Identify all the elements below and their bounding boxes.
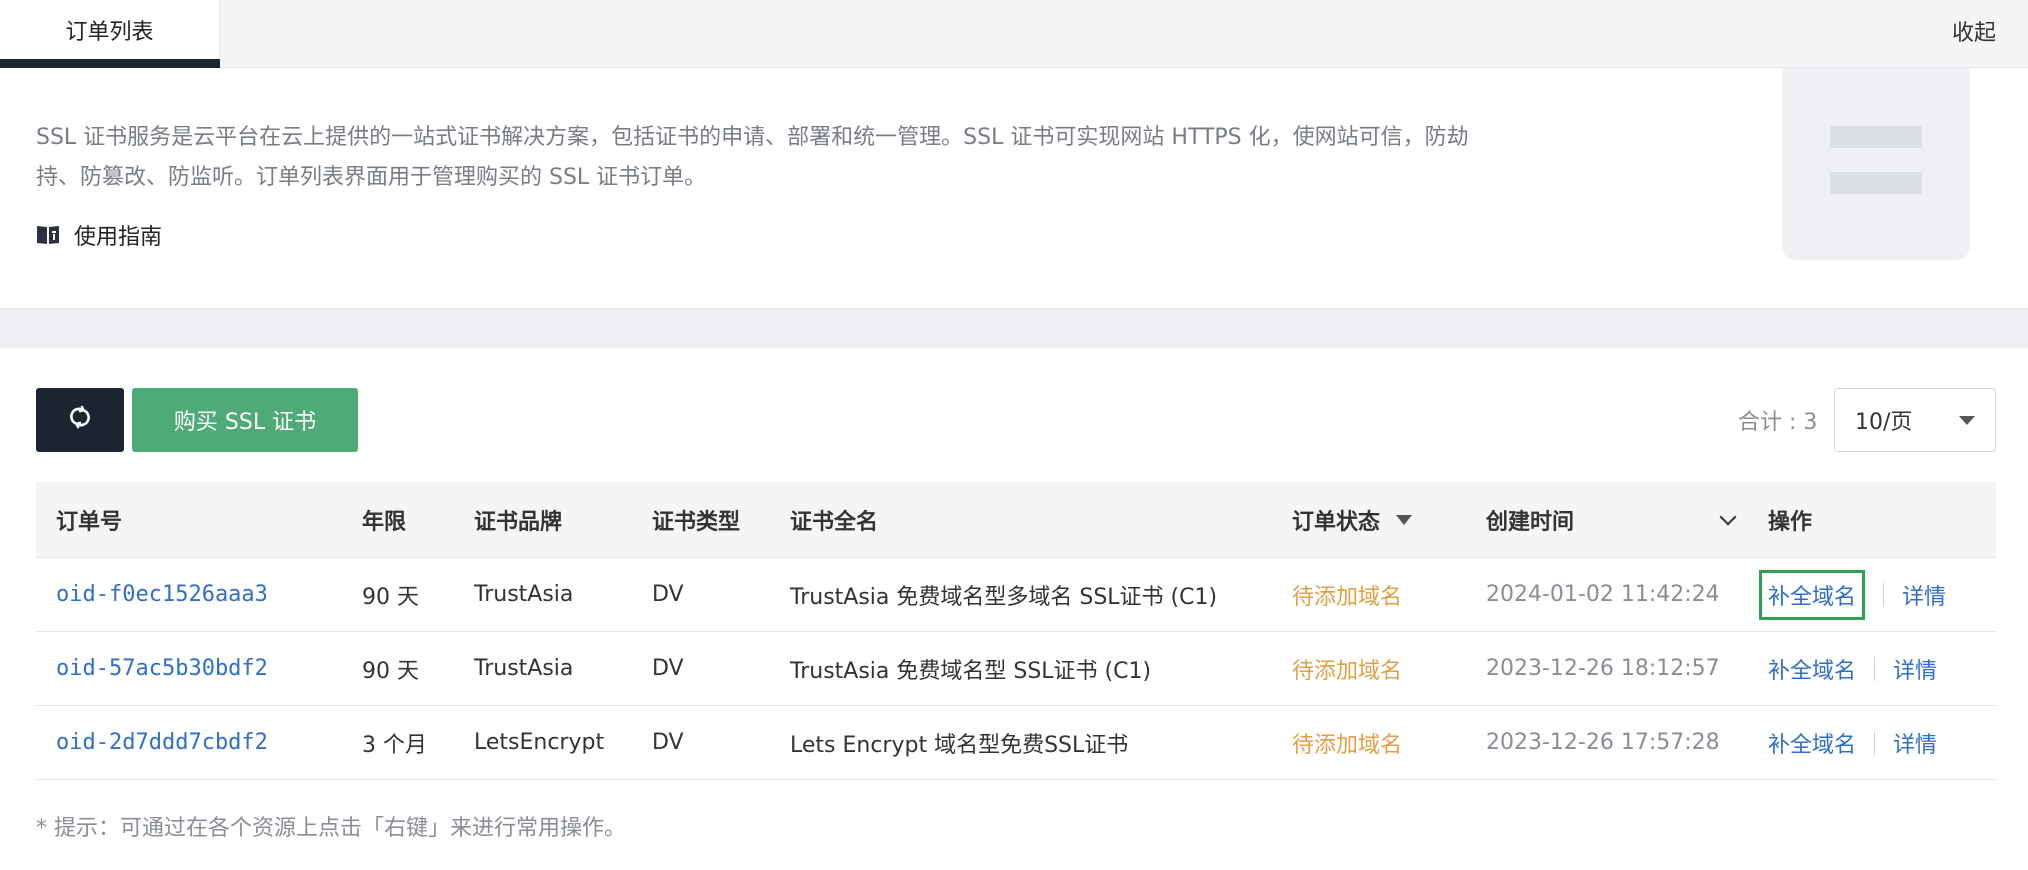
period-cell: 90 天	[362, 658, 419, 684]
column-header-brand: 证书品牌	[474, 509, 563, 535]
actions-cell: 补全域名 详情	[1752, 569, 1996, 620]
sort-chevron-icon[interactable]	[1719, 508, 1737, 525]
intro-description-line1: SSL 证书服务是云平台在云上提供的一站式证书解决方案，包括证书的申请、部署和统…	[36, 125, 1469, 150]
collapse-button[interactable]: 收起	[1952, 0, 1996, 62]
period-cell: 3 个月	[362, 732, 427, 758]
buy-ssl-certificate-button[interactable]: 购买 SSL 证书	[132, 388, 358, 452]
usage-guide-label: 使用指南	[74, 225, 163, 250]
usage-hint: * 提示：可通过在各个资源上点击「右键」来进行常用操作。	[36, 816, 626, 841]
action-separator	[1883, 582, 1885, 607]
type-cell: DV	[652, 730, 684, 755]
table-header: 订单号 年限 证书品牌 证书类型 证书全名 订单状态 创建时间 操作	[36, 482, 1996, 558]
total-count: 合计 : 3	[1738, 410, 1818, 435]
actions-cell: 补全域名 详情	[1752, 653, 1996, 685]
column-header-type: 证书类型	[652, 509, 741, 535]
filter-icon[interactable]	[1396, 514, 1413, 525]
page-size-value: 10/页	[1855, 410, 1913, 435]
complete-domain-button[interactable]: 补全域名	[1768, 653, 1856, 685]
illustration-bar-top	[1830, 126, 1922, 148]
column-header-period: 年限	[362, 509, 407, 535]
complete-domain-button[interactable]: 补全域名	[1759, 569, 1866, 620]
full-name-cell: TrustAsia 免费域名型多域名 SSL证书 (C1)	[790, 584, 1218, 610]
refresh-icon	[68, 405, 92, 435]
column-header-created[interactable]: 创建时间	[1466, 504, 1752, 536]
table-row[interactable]: oid-2d7ddd7cbdf2 3 个月 LetsEncrypt DV Let…	[36, 706, 1996, 780]
column-header-status[interactable]: 订单状态	[1272, 504, 1466, 536]
intro-description-line2: 持、防篡改、防监听。订单列表界面用于管理购买的 SSL 证书订单。	[36, 165, 707, 190]
caret-down-icon	[1959, 416, 1975, 425]
top-tab-bar: 订单列表 收起	[0, 0, 2028, 68]
action-separator	[1874, 730, 1876, 755]
refresh-button[interactable]	[36, 388, 124, 452]
status-cell: 待添加域名	[1292, 658, 1403, 684]
status-cell: 待添加域名	[1292, 732, 1403, 758]
orders-table: 订单号 年限 证书品牌 证书类型 证书全名 订单状态 创建时间 操作 oid-f…	[36, 482, 1996, 780]
intro-illustration	[1782, 68, 1970, 260]
period-cell: 90 天	[362, 584, 419, 610]
brand-cell: LetsEncrypt	[474, 730, 605, 755]
created-time-cell: 2024-01-02 11:42:24	[1486, 582, 1720, 607]
detail-link[interactable]: 详情	[1893, 727, 1937, 759]
order-id-link[interactable]: oid-57ac5b30bdf2	[56, 656, 268, 681]
usage-guide-link[interactable]: 使用指南	[36, 220, 162, 250]
type-cell: DV	[652, 656, 684, 681]
column-header-status-label: 订单状态	[1292, 509, 1381, 535]
complete-domain-button[interactable]: 补全域名	[1768, 727, 1856, 759]
section-divider	[0, 308, 2028, 348]
created-time-cell: 2023-12-26 18:12:57	[1486, 656, 1720, 681]
column-header-full-name: 证书全名	[790, 509, 879, 535]
order-id-link[interactable]: oid-f0ec1526aaa3	[56, 582, 268, 607]
detail-link[interactable]: 详情	[1893, 653, 1937, 685]
actions-cell: 补全域名 详情	[1752, 727, 1996, 759]
column-header-created-label: 创建时间	[1486, 509, 1575, 535]
tab-order-list[interactable]: 订单列表	[0, 0, 220, 68]
column-header-order-id: 订单号	[56, 509, 123, 535]
intro-description: SSL 证书服务是云平台在云上提供的一站式证书解决方案，包括证书的申请、部署和统…	[36, 118, 1626, 198]
table-row[interactable]: oid-f0ec1526aaa3 90 天 TrustAsia DV Trust…	[36, 558, 1996, 632]
created-time-cell: 2023-12-26 17:57:28	[1486, 730, 1720, 755]
full-name-cell: TrustAsia 免费域名型 SSL证书 (C1)	[790, 658, 1152, 684]
brand-cell: TrustAsia	[474, 582, 574, 607]
book-icon	[36, 224, 60, 246]
brand-cell: TrustAsia	[474, 656, 574, 681]
table-row[interactable]: oid-57ac5b30bdf2 90 天 TrustAsia DV Trust…	[36, 632, 1996, 706]
status-cell: 待添加域名	[1292, 584, 1403, 610]
detail-link[interactable]: 详情	[1902, 579, 1946, 611]
illustration-bar-bottom	[1830, 172, 1922, 194]
action-separator	[1874, 656, 1876, 681]
intro-panel: SSL 证书服务是云平台在云上提供的一站式证书解决方案，包括证书的申请、部署和统…	[0, 68, 2028, 308]
type-cell: DV	[652, 582, 684, 607]
page-size-select[interactable]: 10/页	[1834, 388, 1996, 452]
order-id-link[interactable]: oid-2d7ddd7cbdf2	[56, 730, 268, 755]
full-name-cell: Lets Encrypt 域名型免费SSL证书	[790, 732, 1129, 758]
column-header-actions: 操作	[1768, 509, 1813, 535]
